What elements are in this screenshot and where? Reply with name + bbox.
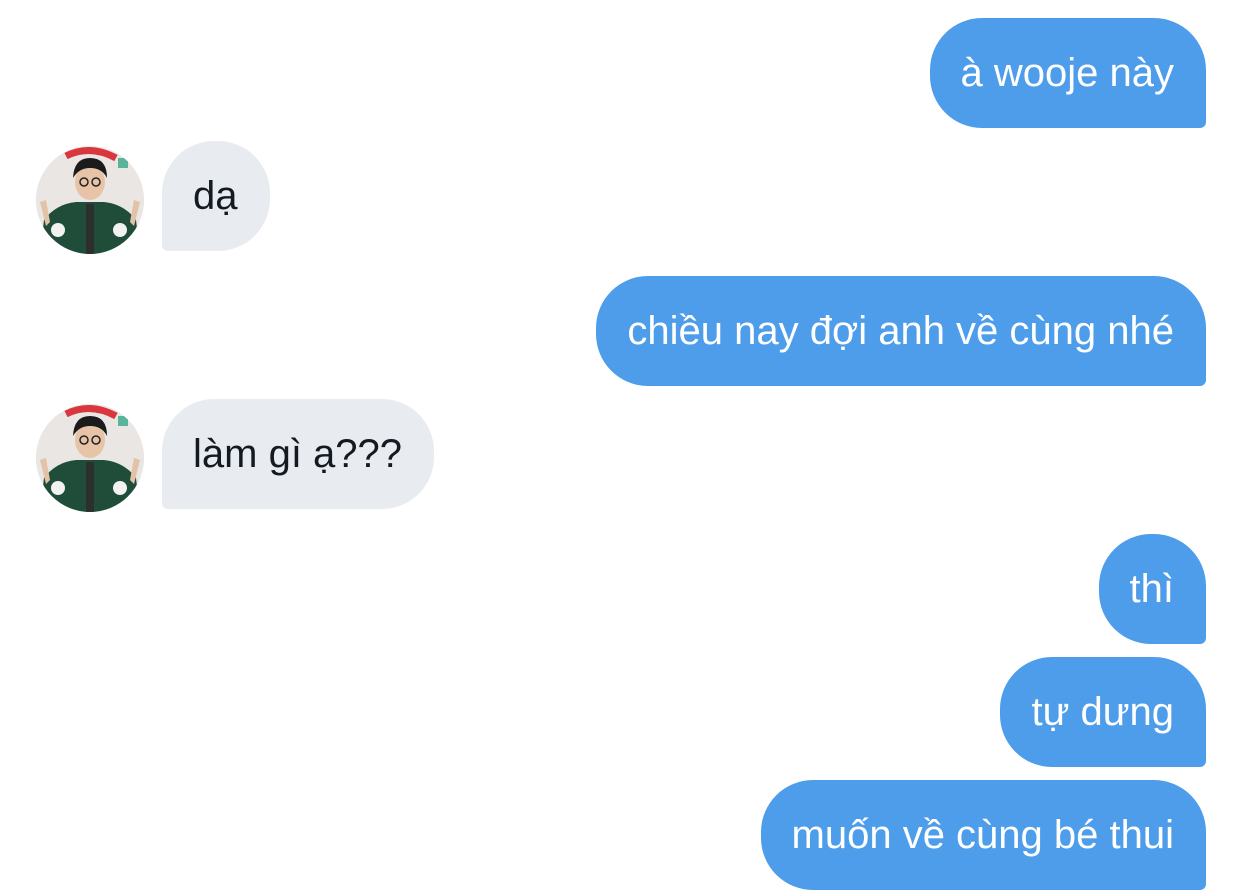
message-row: dạ <box>0 141 1242 259</box>
message-text: tự dưng <box>1031 690 1174 734</box>
outgoing-message-bubble[interactable]: thì <box>1098 534 1206 644</box>
outgoing-message-bubble[interactable]: à wooje này <box>929 18 1206 128</box>
message-row: tự dưng <box>0 657 1242 767</box>
message-row: chiều nay đợi anh về cùng nhé <box>0 276 1242 386</box>
message-row: muốn về cùng bé thui <box>0 780 1242 890</box>
message-text: à wooje này <box>960 51 1174 95</box>
message-text: chiều nay đợi anh về cùng nhé <box>627 309 1174 353</box>
message-text: làm gì ạ??? <box>193 432 403 476</box>
message-text: dạ <box>193 174 238 218</box>
contact-avatar-icon[interactable] <box>36 146 144 254</box>
incoming-message-bubble[interactable]: dạ <box>162 141 270 251</box>
outgoing-message-bubble[interactable]: muốn về cùng bé thui <box>760 780 1206 890</box>
contact-avatar-icon[interactable] <box>36 404 144 512</box>
message-row: à wooje này <box>0 18 1242 128</box>
message-text: muốn về cùng bé thui <box>791 813 1174 857</box>
chat-thread: à wooje này dạ chiều nay đợi anh về cùng… <box>0 0 1242 894</box>
message-row: thì <box>0 534 1242 644</box>
outgoing-message-bubble[interactable]: tự dưng <box>1000 657 1206 767</box>
avatar-photo-icon <box>36 146 144 254</box>
message-text: thì <box>1129 567 1174 611</box>
outgoing-message-bubble[interactable]: chiều nay đợi anh về cùng nhé <box>596 276 1206 386</box>
incoming-message-bubble[interactable]: làm gì ạ??? <box>162 399 435 509</box>
message-row: làm gì ạ??? <box>0 399 1242 517</box>
avatar-photo-icon <box>36 404 144 512</box>
